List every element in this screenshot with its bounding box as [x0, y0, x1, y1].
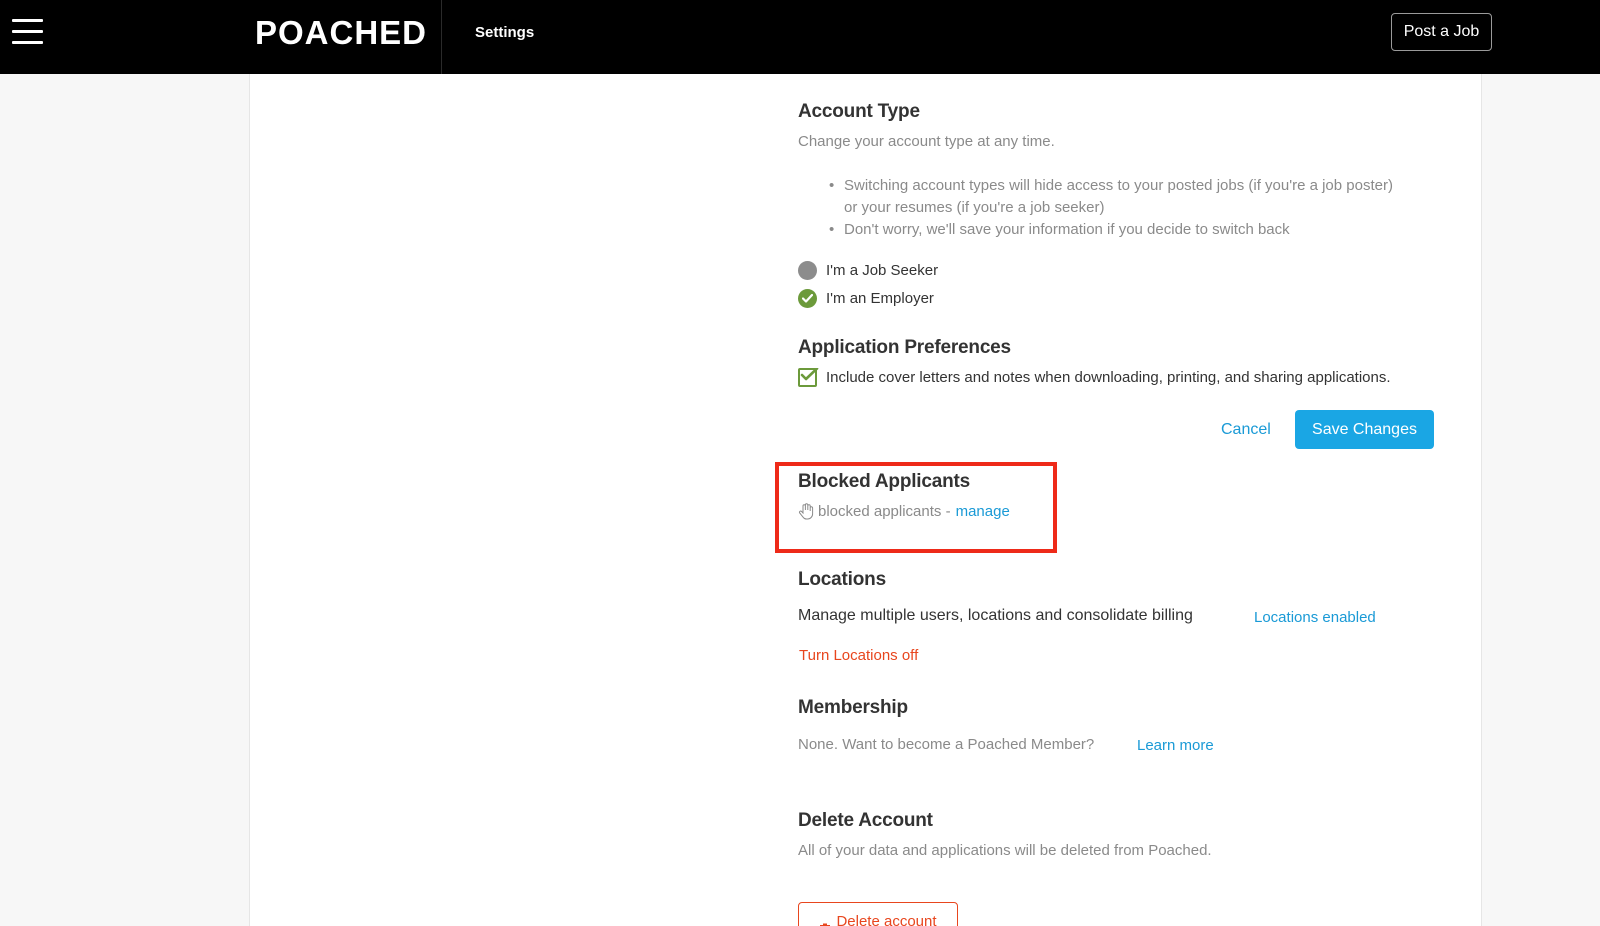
account-type-note: Switching account types will hide access… — [829, 175, 1449, 219]
turn-locations-off-link[interactable]: Turn Locations off — [799, 647, 918, 664]
blocked-applicants-row: blocked applicants - manage — [798, 503, 1010, 520]
locations-title: Locations — [798, 569, 886, 590]
checkbox-label: Include cover letters and notes when dow… — [826, 368, 1391, 386]
delete-account-title: Delete Account — [798, 810, 933, 831]
cover-letters-checkbox-row[interactable]: Include cover letters and notes when dow… — [798, 367, 1391, 387]
radio-label: I'm a Job Seeker — [826, 261, 939, 279]
blocked-applicants-title: Blocked Applicants — [798, 471, 971, 492]
post-a-job-button[interactable]: Post a Job — [1391, 13, 1492, 51]
hand-icon — [798, 503, 814, 520]
delete-account-button[interactable]: Delete account — [798, 902, 958, 926]
locations-enabled-link[interactable]: Locations enabled — [1254, 609, 1376, 626]
radio-job-seeker[interactable]: I'm a Job Seeker — [798, 260, 938, 280]
account-type-notes: Switching account types will hide access… — [829, 175, 1449, 241]
membership-text: None. Want to become a Poached Member? — [798, 736, 1095, 753]
application-preferences-title: Application Preferences — [798, 337, 1011, 358]
top-navigation-bar: POACHED Settings Post a Job — [0, 0, 1600, 74]
note-text-continued: or your resumes (if you're a job seeker) — [844, 199, 1105, 216]
radio-label: I'm an Employer — [826, 289, 934, 307]
checkbox-checked-icon[interactable] — [798, 367, 819, 387]
locations-description: Manage multiple users, locations and con… — [798, 607, 1193, 624]
page-title: Settings — [475, 24, 535, 41]
note-text: Don't worry, we'll save your information… — [844, 221, 1290, 238]
account-type-title: Account Type — [798, 101, 920, 122]
delete-account-description: All of your data and applications will b… — [798, 842, 1212, 859]
settings-panel: Account Type Change your account type at… — [249, 74, 1482, 926]
radio-employer[interactable]: I'm an Employer — [798, 288, 934, 308]
radio-unselected-icon[interactable] — [798, 260, 817, 280]
trash-icon — [819, 915, 831, 926]
account-type-subtitle: Change your account type at any time. — [798, 133, 1055, 150]
header-divider — [441, 0, 442, 74]
save-changes-button[interactable]: Save Changes — [1295, 410, 1434, 449]
delete-account-label: Delete account — [836, 913, 937, 926]
poached-logo[interactable]: POACHED — [255, 14, 427, 52]
membership-title: Membership — [798, 697, 908, 718]
learn-more-link[interactable]: Learn more — [1137, 737, 1214, 754]
account-type-note: Don't worry, we'll save your information… — [829, 219, 1449, 241]
cancel-button[interactable]: Cancel — [1221, 421, 1271, 439]
hamburger-menu-icon[interactable] — [12, 19, 44, 45]
blocked-applicants-text: blocked applicants - — [818, 503, 951, 520]
note-text: Switching account types will hide access… — [844, 177, 1393, 194]
manage-blocked-link[interactable]: manage — [956, 503, 1010, 520]
checkmark-icon[interactable] — [798, 288, 817, 308]
